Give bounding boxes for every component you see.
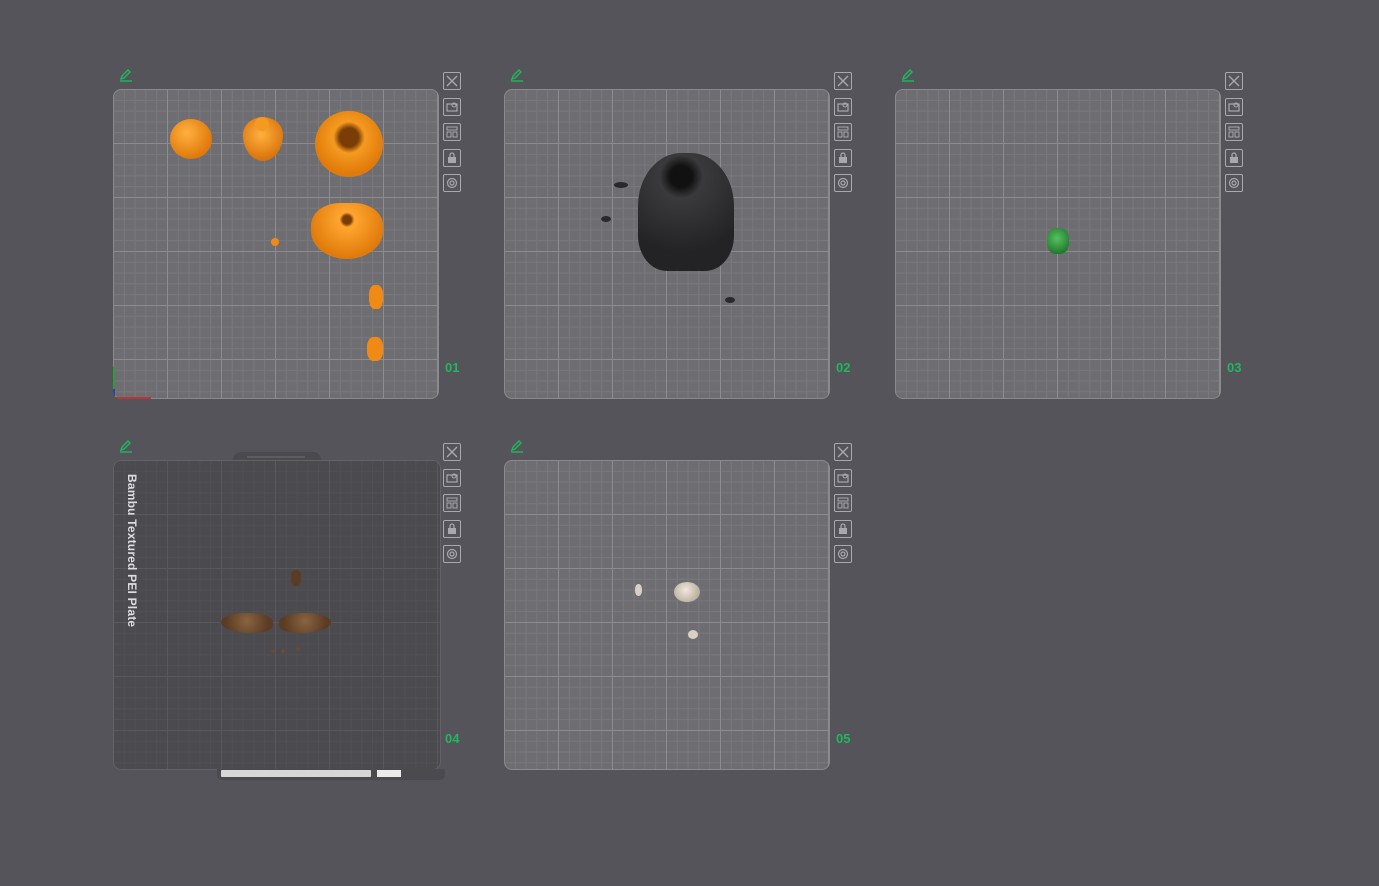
small-peg-part[interactable] [271, 238, 279, 246]
close-icon[interactable] [1225, 72, 1243, 90]
bed-label: Bambu Textured PEI Plate [125, 474, 139, 628]
small-part[interactable] [271, 649, 275, 653]
lock-icon[interactable] [1225, 148, 1243, 167]
plate-number: 02 [836, 360, 851, 375]
auto-orient-icon[interactable] [1225, 97, 1243, 116]
lock-icon[interactable] [443, 519, 461, 538]
arrange-icon[interactable] [443, 494, 461, 512]
bone-part[interactable] [635, 584, 642, 596]
settings-icon[interactable] [443, 545, 461, 563]
bat-part[interactable] [614, 182, 628, 188]
plate-number: 04 [445, 731, 460, 746]
plate-number: 03 [1227, 360, 1242, 375]
plate-handle [217, 769, 445, 780]
bat-part[interactable] [725, 297, 735, 303]
edit-plate-name-icon[interactable] [510, 439, 524, 453]
plate-handle-mark [377, 770, 401, 777]
plate-03: 03 [895, 68, 1255, 408]
plate-toolbar [443, 443, 465, 571]
plate-04: Bambu Textured PEI Plate 04 [113, 439, 473, 789]
hand-part[interactable] [369, 285, 383, 309]
plate-toolbar [1225, 72, 1247, 200]
robed-figure-part[interactable] [638, 153, 734, 271]
brown-part[interactable] [291, 570, 301, 586]
settings-icon[interactable] [834, 545, 852, 563]
arrange-icon[interactable] [834, 123, 852, 141]
auto-orient-icon[interactable] [443, 468, 461, 487]
hand-part[interactable] [367, 337, 383, 361]
auto-orient-icon[interactable] [834, 97, 852, 116]
plate-handle-label [221, 770, 371, 777]
plate-toolbar [443, 72, 465, 200]
close-icon[interactable] [834, 72, 852, 90]
wing-part[interactable] [221, 613, 273, 633]
edit-plate-name-icon[interactable] [119, 68, 133, 82]
pumpkin-part[interactable] [170, 119, 212, 159]
plate-02: 02 [504, 68, 864, 408]
wing-part[interactable] [279, 613, 331, 633]
edit-plate-name-icon[interactable] [119, 439, 133, 453]
z-axis [113, 389, 115, 399]
skull-part[interactable] [674, 582, 700, 602]
build-plate[interactable] [113, 89, 439, 399]
lock-icon[interactable] [834, 519, 852, 538]
plate-01: 01 [113, 68, 473, 408]
small-part[interactable] [296, 647, 300, 651]
edit-plate-name-icon[interactable] [901, 68, 915, 82]
settings-icon[interactable] [1225, 174, 1243, 192]
lock-icon[interactable] [834, 148, 852, 167]
build-plate[interactable] [504, 89, 830, 399]
build-plate[interactable] [895, 89, 1221, 399]
settings-icon[interactable] [443, 174, 461, 192]
arrange-icon[interactable] [834, 494, 852, 512]
pumpkin-body-part[interactable] [311, 203, 383, 259]
build-plate[interactable] [504, 460, 830, 770]
build-plate[interactable]: Bambu Textured PEI Plate [113, 460, 441, 770]
settings-icon[interactable] [834, 174, 852, 192]
small-part[interactable] [281, 649, 285, 653]
close-icon[interactable] [443, 72, 461, 90]
edit-plate-name-icon[interactable] [510, 68, 524, 82]
pumpkin-stem-top [255, 117, 269, 131]
arrange-icon[interactable] [443, 123, 461, 141]
close-icon[interactable] [443, 443, 461, 461]
plate-number: 05 [836, 731, 851, 746]
bone-part[interactable] [688, 630, 698, 639]
x-axis [113, 397, 151, 399]
plate-05: 05 [504, 439, 864, 779]
auto-orient-icon[interactable] [443, 97, 461, 116]
close-icon[interactable] [834, 443, 852, 461]
lock-icon[interactable] [443, 148, 461, 167]
auto-orient-icon[interactable] [834, 468, 852, 487]
arrange-icon[interactable] [1225, 123, 1243, 141]
plate-toolbar [834, 443, 856, 571]
green-part[interactable] [1047, 228, 1069, 254]
plate-toolbar [834, 72, 856, 200]
bat-part[interactable] [601, 216, 611, 222]
pumpkin-bowl-part[interactable] [315, 111, 383, 177]
plate-number: 01 [445, 360, 460, 375]
